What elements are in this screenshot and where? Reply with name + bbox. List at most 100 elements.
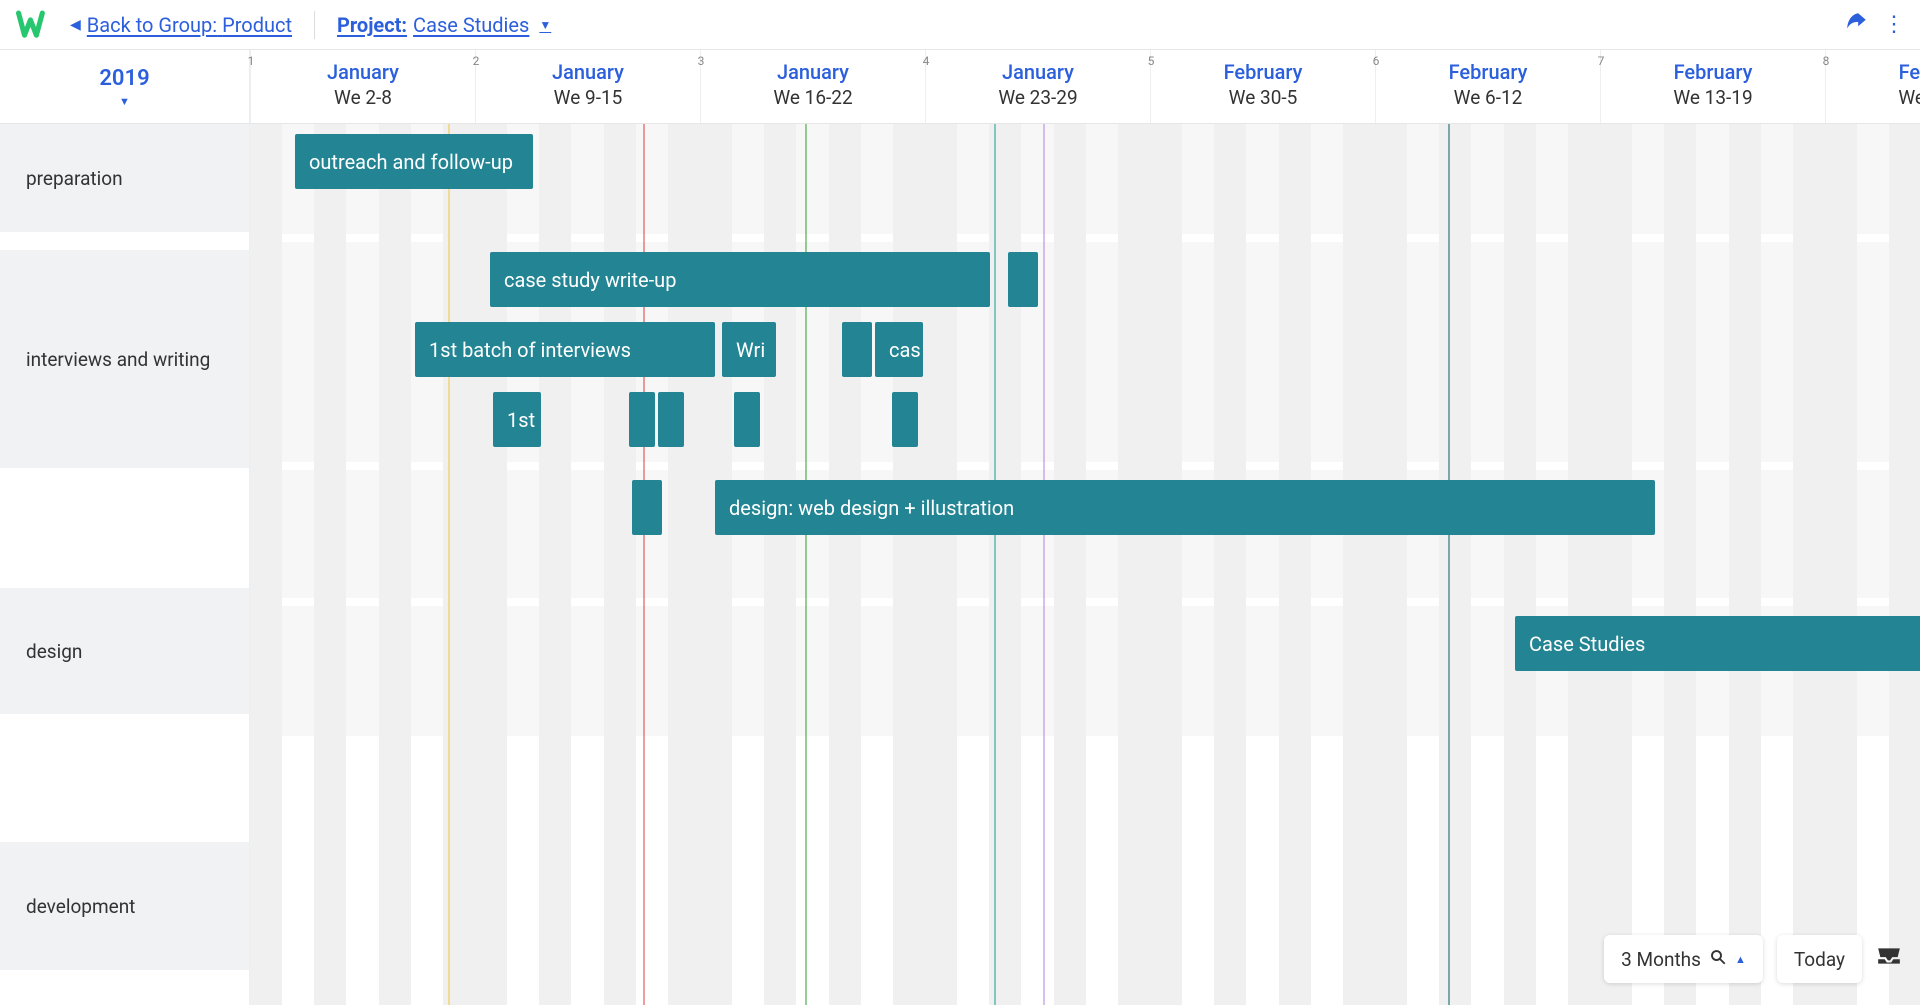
week-column[interactable]: 5FebruaryWe 30-5 (1150, 50, 1375, 123)
day-stripe (1504, 124, 1536, 1005)
week-month: February (1376, 60, 1600, 84)
gantt-bar[interactable]: Case Studies (1515, 616, 1920, 671)
week-column[interactable]: 2JanuaryWe 9-15 (475, 50, 700, 123)
week-column[interactable]: 7FebruaryWe 13-19 (1600, 50, 1825, 123)
week-month: January (926, 60, 1150, 84)
gantt-bar[interactable] (842, 322, 872, 377)
caret-up-icon: ▲ (1735, 953, 1746, 966)
year-label: 2019 (99, 66, 149, 91)
segment-row-development[interactable]: development (0, 842, 249, 972)
caret-left-icon: ◀ (70, 17, 81, 33)
gantt-bar[interactable] (1008, 252, 1038, 307)
day-stripe (1729, 124, 1761, 1005)
week-column[interactable]: 1JanuaryWe 2-8 (250, 50, 475, 123)
back-to-group-name: Product (222, 13, 292, 37)
back-to-group-link[interactable]: Back to Group: Product (87, 13, 292, 37)
share-icon[interactable] (1843, 10, 1869, 40)
week-column[interactable]: 6FebruaryWe 6-12 (1375, 50, 1600, 123)
gantt-body: preparation interviews and writing design d… (0, 124, 1920, 1005)
gantt-area[interactable]: outreach and follow-up case study write-u… (250, 124, 1920, 1005)
day-stripe (379, 124, 411, 1005)
week-column[interactable]: 3JanuaryWe 16-22 (700, 50, 925, 123)
week-number: 1 (245, 54, 257, 68)
gantt-bar[interactable]: 1st batch of interviews (415, 322, 715, 377)
week-range: We 2-8 (251, 86, 475, 109)
week-range: We 6-12 (1376, 86, 1600, 109)
day-stripe (1793, 124, 1825, 1005)
timeline-header: 2019 ▼ 1JanuaryWe 2-82JanuaryWe 9-153Jan… (0, 50, 1920, 124)
week-month: January (251, 60, 475, 84)
header-divider (314, 11, 315, 39)
day-stripe (1889, 124, 1920, 1005)
back-to-group-prefix: Back to Group: (87, 13, 217, 37)
project-dropdown[interactable]: Project: Case Studies ▼ (337, 13, 551, 37)
day-stripe (1568, 124, 1600, 1005)
day-stripe (1664, 124, 1696, 1005)
milestone-line[interactable] (448, 124, 450, 1005)
year-selector[interactable]: 2019 ▼ (0, 50, 250, 123)
day-stripe (1375, 124, 1407, 1005)
more-menu-icon[interactable]: ⋮ (1883, 12, 1904, 37)
day-stripe (1150, 124, 1182, 1005)
week-month: January (476, 60, 700, 84)
gantt-bar[interactable] (629, 392, 655, 447)
zoom-selector[interactable]: 3 Months ▲ (1604, 935, 1763, 983)
project-prefix: Project: (337, 13, 407, 37)
day-stripe (1439, 124, 1471, 1005)
project-name: Case Studies (413, 13, 529, 37)
week-number: 5 (1145, 54, 1157, 68)
week-range: We 9-15 (476, 86, 700, 109)
week-range: We 16-22 (701, 86, 925, 109)
weeks-header: 1JanuaryWe 2-82JanuaryWe 9-153JanuaryWe … (250, 50, 1920, 123)
week-range: We 23-29 (926, 86, 1150, 109)
week-number: 3 (695, 54, 707, 68)
gantt-bar[interactable] (892, 392, 918, 447)
week-month: February (1151, 60, 1375, 84)
app-logo[interactable] (16, 8, 50, 42)
week-number: 4 (920, 54, 932, 68)
gantt-bar[interactable]: design: web design + illustration (715, 480, 1655, 535)
week-range: We 30-5 (1151, 86, 1375, 109)
gantt-bar[interactable]: cas (875, 322, 923, 377)
milestone-line[interactable] (994, 124, 996, 1005)
day-stripe (1279, 124, 1311, 1005)
zoom-label: 3 Months (1621, 948, 1701, 971)
bottom-toolbar: 3 Months ▲ Today (1604, 935, 1902, 983)
day-stripe (314, 124, 346, 1005)
gantt-bar[interactable] (632, 480, 662, 535)
milestone-line[interactable] (1448, 124, 1450, 1005)
magnifier-icon (1709, 948, 1727, 971)
day-stripe (1825, 124, 1857, 1005)
caret-down-icon: ▼ (119, 95, 130, 108)
segment-row-interviews[interactable]: interviews and writing (0, 250, 249, 470)
gantt-bar[interactable] (658, 392, 684, 447)
gantt-bar[interactable]: outreach and follow-up (295, 134, 533, 189)
inbox-icon[interactable] (1876, 945, 1902, 973)
segment-row-design[interactable]: design (0, 588, 249, 716)
gantt-bar[interactable]: 1st (493, 392, 541, 447)
week-month: February (1826, 60, 1920, 84)
week-number: 8 (1820, 54, 1832, 68)
week-month: January (701, 60, 925, 84)
segment-row-preparation[interactable]: preparation (0, 124, 249, 234)
caret-down-icon: ▼ (539, 18, 551, 32)
week-range: We 20-26 (1826, 86, 1920, 109)
app-header: ◀ Back to Group: Product Project: Case S… (0, 0, 1920, 50)
day-stripe (250, 124, 282, 1005)
week-month: February (1601, 60, 1825, 84)
milestone-line[interactable] (1043, 124, 1045, 1005)
week-number: 2 (470, 54, 482, 68)
gantt-bar[interactable]: case study write-up (490, 252, 990, 307)
segments-column: preparation interviews and writing design d… (0, 124, 250, 1005)
gantt-bar[interactable] (734, 392, 760, 447)
week-range: We 13-19 (1601, 86, 1825, 109)
today-label: Today (1794, 948, 1845, 971)
week-number: 6 (1370, 54, 1382, 68)
gantt-bar[interactable]: Wri (722, 322, 776, 377)
day-stripe (1118, 124, 1150, 1005)
day-stripe (1600, 124, 1632, 1005)
week-column[interactable]: 8FebruaryWe 20-26 (1825, 50, 1920, 123)
day-stripe (1214, 124, 1246, 1005)
today-button[interactable]: Today (1777, 935, 1862, 983)
week-column[interactable]: 4JanuaryWe 23-29 (925, 50, 1150, 123)
